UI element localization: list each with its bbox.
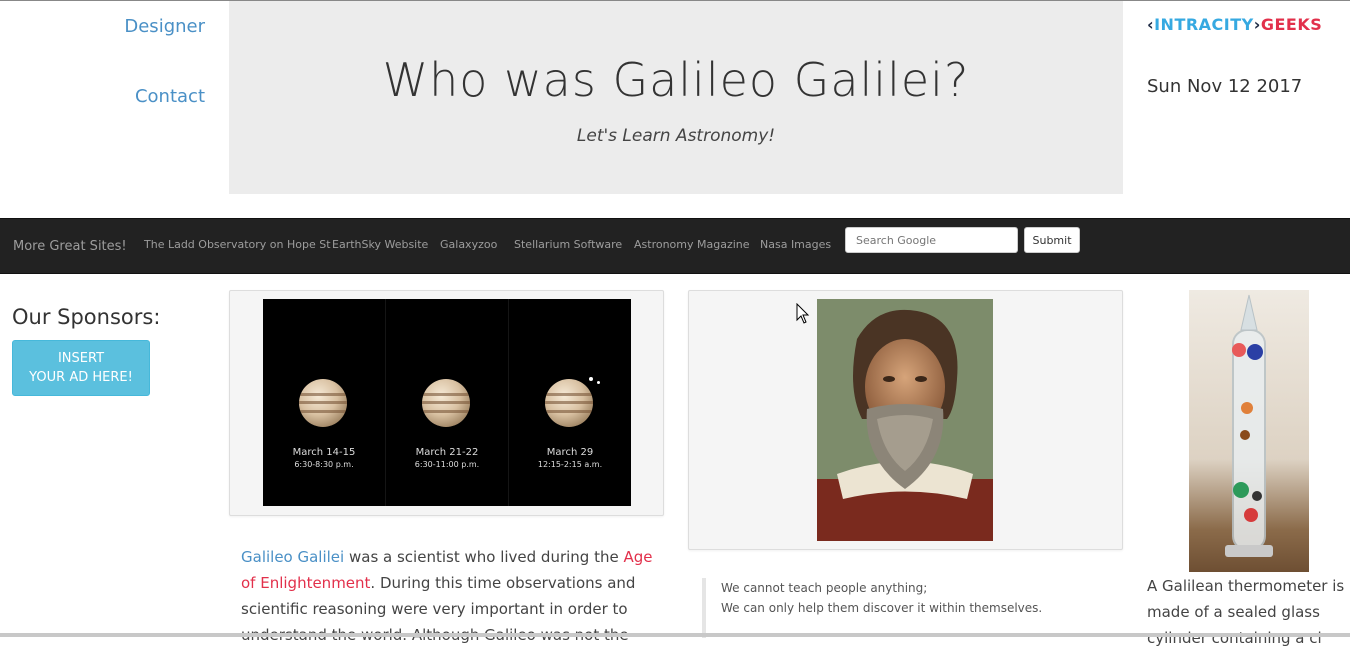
jupiter-caption-time: 6:30-8:30 p.m.	[294, 460, 354, 469]
navbar-link-nasa-images[interactable]: Nasa Images	[760, 238, 831, 251]
sponsors-heading: Our Sponsors:	[12, 305, 161, 329]
navbar-link-stellarium[interactable]: Stellarium Software	[514, 238, 622, 251]
navbar-link-galaxyzoo[interactable]: Galaxyzoo	[440, 238, 497, 251]
navbar-link-ladd-observatory[interactable]: The Ladd Observatory on Hope St	[144, 238, 331, 251]
navbar-link-earthsky[interactable]: EarthSky Website	[332, 238, 428, 251]
nav-link-contact[interactable]: Contact	[135, 86, 205, 107]
jupiter-planet-icon	[545, 379, 593, 427]
jupiter-frame: March 21-22 6:30-11:00 p.m.	[386, 299, 509, 506]
ad-button-line2: YOUR AD HERE!	[29, 370, 133, 385]
submit-button[interactable]: Submit	[1024, 227, 1080, 253]
galileo-portrait-panel	[688, 290, 1123, 550]
jupiter-frame: March 29 12:15-2:15 a.m.	[509, 299, 631, 506]
galilean-thermometer-image	[1189, 290, 1309, 572]
jupiter-planet-icon	[299, 379, 347, 427]
moon-icon	[589, 377, 593, 381]
galileo-portrait-image	[817, 299, 993, 541]
galileo-galilei-link[interactable]: Galileo Galilei	[241, 548, 344, 566]
insert-ad-button[interactable]: INSERT YOUR AD HERE!	[12, 340, 150, 396]
hero-banner: Who was Galileo Galilei? Let's Learn Ast…	[229, 1, 1123, 194]
logo-text-intracity: INTRACITY	[1154, 15, 1254, 34]
quote-line: We can only help them discover it within…	[721, 601, 1043, 615]
logo-text-geeks: GEEKS	[1260, 15, 1323, 34]
jupiter-caption-date: March 14-15	[292, 447, 356, 458]
jupiter-caption-date: March 29	[546, 447, 594, 458]
logo-right-chevron-icon: ›	[1253, 15, 1261, 34]
ad-button-line1: INSERT	[57, 351, 105, 366]
jupiter-caption-date: March 21-22	[415, 447, 479, 458]
nav-link-designer[interactable]: Designer	[124, 16, 205, 37]
page-subtitle: Let's Learn Astronomy!	[576, 126, 776, 146]
jupiter-planet-icon	[422, 379, 470, 427]
moon-icon	[597, 381, 600, 384]
quote-line: We cannot teach people anything;	[721, 581, 928, 595]
current-date: Sun Nov 12 2017	[1147, 76, 1303, 97]
navbar-link-astronomy-magazine[interactable]: Astronomy Magazine	[634, 238, 750, 251]
page-title: Who was Galileo Galilei?	[382, 53, 970, 107]
jupiter-image-panel: March 14-15 6:30-8:30 p.m. March 21-22 6…	[229, 290, 664, 516]
galileo-quote: We cannot teach people anything; We can …	[702, 578, 1042, 638]
jupiter-moons-image: March 14-15 6:30-8:30 p.m. March 21-22 6…	[263, 299, 631, 506]
navbar: More Great Sites! The Ladd Observatory o…	[0, 218, 1350, 274]
article-text: was a scientist who lived during the	[344, 548, 624, 566]
navbar-brand[interactable]: More Great Sites!	[13, 239, 127, 254]
horizontal-scrollbar[interactable]	[0, 633, 1350, 637]
jupiter-caption-time: 12:15-2:15 a.m.	[537, 460, 603, 469]
jupiter-frame: March 14-15 6:30-8:30 p.m.	[263, 299, 386, 506]
thermometer-caption: A Galilean thermometer is made of a seal…	[1147, 577, 1345, 647]
intracity-geeks-logo[interactable]: ‹INTRACITY›GEEKS	[1147, 15, 1322, 34]
jupiter-caption-time: 6:30-11:00 p.m.	[414, 460, 480, 469]
mouse-cursor-icon	[796, 302, 810, 329]
search-input[interactable]	[845, 227, 1018, 253]
